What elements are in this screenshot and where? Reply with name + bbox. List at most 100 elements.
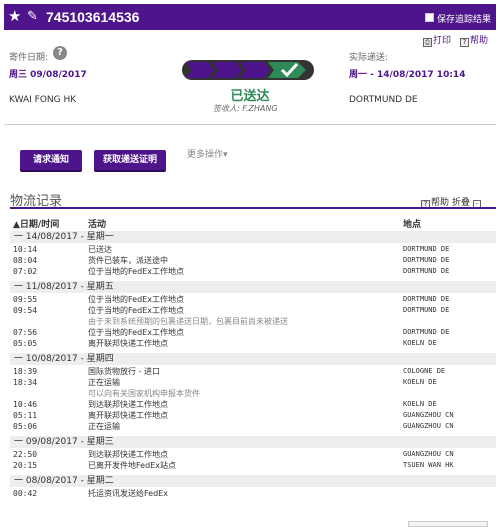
ship-date-label: 寄件日期:	[9, 53, 49, 63]
table-row: 由于未到系统预期的包裹递送日期，包裹目前尚未被递送	[10, 316, 496, 327]
event-activity: 可以向有关国家机构申报本货件	[88, 389, 200, 398]
day-header: 一 08/08/2017 - 星期二	[10, 475, 496, 487]
divider	[4, 124, 496, 125]
event-time: 10:46	[13, 400, 38, 409]
event-time: 07:56	[13, 328, 38, 337]
event-time: 05:11	[13, 411, 38, 420]
table-row: 09:54 位于当地的FedEx工作地点 DORTMUND DE	[10, 305, 496, 316]
table-header: ▲日期/时间 活动 地点	[10, 215, 496, 231]
event-location: GUANGZHOU CN	[403, 450, 454, 458]
tracking-header: ★ ✎ 745103614536 保存追踪结果	[4, 4, 496, 30]
delivery-date-label: 实际递送:	[349, 53, 389, 63]
table-row: 07:02 位于当地的FedEx工作地点 DORTMUND DE	[10, 266, 496, 277]
column-activity: 活动	[88, 220, 107, 230]
event-location: KOELN DE	[403, 378, 437, 386]
request-notification-button[interactable]: 请求通知	[20, 150, 82, 170]
day-header: 一 09/08/2017 - 星期三	[10, 436, 496, 448]
save-tracking-label: 保存追踪结果	[437, 15, 492, 25]
tracking-events: 一 14/08/2017 - 星期一 10:14 已送达 DORTMUND DE 08:…	[10, 231, 496, 527]
pencil-icon[interactable]: ✎	[27, 9, 38, 24]
event-time: 22:50	[13, 450, 38, 459]
event-location: DORTMUND DE	[403, 328, 450, 336]
column-location: 地点	[403, 220, 422, 230]
table-row: 08:04 货件已装车，派送途中 DORTMUND DE	[10, 255, 496, 266]
table-row: 05:11 离开联邦快递工作地点 GUANGZHOU CN	[10, 410, 496, 421]
horizontal-scrollbar[interactable]	[408, 521, 488, 527]
day-header: 一 14/08/2017 - 星期一	[10, 231, 496, 243]
event-location: KOELN DE	[403, 400, 437, 408]
column-datetime[interactable]: ▲日期/时间	[13, 217, 59, 230]
event-activity: 到达联邦快递工作地点	[88, 400, 168, 409]
event-activity: 位于当地的FedEx工作地点	[88, 328, 184, 337]
event-activity: 位于当地的FedEx工作地点	[88, 306, 184, 315]
table-row: 20:15 已离开发件地FedEx站点 TSUEN WAN HK	[10, 460, 496, 471]
day-spacer	[10, 499, 496, 503]
event-time: 18:39	[13, 367, 38, 376]
print-link[interactable]: ⎙ 打印	[423, 33, 451, 47]
save-tracking-checkbox[interactable]	[425, 13, 434, 22]
event-time: 10:14	[13, 245, 38, 254]
question-icon[interactable]: ?	[53, 46, 67, 60]
event-activity: 托运资讯发送给FedEx	[88, 489, 168, 498]
ship-date: 周三 09/08/2017	[9, 70, 87, 80]
delivery-status: 已送达	[230, 89, 270, 104]
progress-bar	[182, 60, 314, 80]
event-time: 09:54	[13, 306, 38, 315]
event-activity: 由于未到系统预期的包裹递送日期，包裹目前尚未被递送	[88, 317, 288, 326]
help-label: 帮助	[470, 36, 489, 46]
destination-location: DORTMUND DE	[349, 95, 418, 105]
signed-by-name: F.ZHANG	[242, 104, 278, 113]
event-location: KOELN DE	[403, 339, 437, 347]
table-row: 07:56 位于当地的FedEx工作地点 DORTMUND DE	[10, 327, 496, 338]
table-row: 05:06 正在运输 GUANGZHOU CN	[10, 421, 496, 432]
event-time: 05:06	[13, 422, 38, 431]
event-location: DORTMUND DE	[403, 256, 450, 264]
event-activity: 正在运输	[88, 378, 120, 387]
table-row: 18:39 国际货物放行 - 进口 COLOGNE DE	[10, 366, 496, 377]
table-row: 18:34 正在运输 KOELN DE	[10, 377, 496, 388]
event-time: 00:42	[13, 489, 38, 498]
event-location: COLOGNE DE	[403, 367, 446, 375]
origin-location: KWAI FONG HK	[9, 95, 77, 105]
day-header: 一 11/08/2017 - 星期五	[10, 281, 496, 293]
more-actions-menu[interactable]: 更多操作▾	[187, 147, 228, 160]
event-time: 08:04	[13, 256, 38, 265]
event-activity: 位于当地的FedEx工作地点	[88, 267, 184, 276]
event-time: 05:05	[13, 339, 38, 348]
event-activity: 正在运输	[88, 422, 120, 431]
log-divider	[10, 207, 496, 209]
event-activity: 离开联邦快递工作地点	[88, 339, 168, 348]
event-activity: 到达联邦快递工作地点	[88, 450, 168, 459]
delivery-date: 周一 - 14/08/2017 10:14	[349, 70, 466, 80]
event-activity: 国际货物放行 - 进口	[88, 367, 160, 376]
table-row: 05:05 离开联邦快递工作地点 KOELN DE	[10, 338, 496, 349]
event-time: 20:15	[13, 461, 38, 470]
help-link[interactable]: ? 帮助	[460, 33, 488, 47]
table-row: 10:46 到达联邦快递工作地点 KOELN DE	[10, 399, 496, 410]
event-location: GUANGZHOU CN	[403, 411, 454, 419]
event-time: 18:34	[13, 378, 38, 387]
event-location: DORTMUND DE	[403, 295, 450, 303]
table-row: 09:55 位于当地的FedEx工作地点 DORTMUND DE	[10, 294, 496, 305]
day-header: 一 10/08/2017 - 星期四	[10, 353, 496, 365]
event-activity: 已送达	[88, 245, 112, 254]
event-time: 07:02	[13, 267, 38, 276]
star-icon[interactable]: ★	[8, 9, 21, 24]
event-location: GUANGZHOU CN	[403, 422, 454, 430]
event-activity: 离开联邦快递工作地点	[88, 411, 168, 420]
event-location: DORTMUND DE	[403, 245, 450, 253]
event-location: DORTMUND DE	[403, 306, 450, 314]
table-row: 10:14 已送达 DORTMUND DE	[10, 244, 496, 255]
table-row: 22:50 到达联邦快递工作地点 GUANGZHOU CN	[10, 449, 496, 460]
event-time: 09:55	[13, 295, 38, 304]
event-activity: 位于当地的FedEx工作地点	[88, 295, 184, 304]
proof-of-delivery-button[interactable]: 获取递送证明	[94, 150, 166, 170]
event-activity: 货件已装车，派送途中	[88, 256, 168, 265]
print-label: 打印	[433, 36, 452, 46]
table-row: 可以向有关国家机构申报本货件	[10, 388, 496, 399]
event-location: TSUEN WAN HK	[403, 461, 454, 469]
signed-by: 签收人: F.ZHANG	[213, 103, 278, 114]
table-row: 00:42 托运资讯发送给FedEx	[10, 488, 496, 499]
tracking-number: 745103614536	[46, 9, 140, 25]
print-icon: ⎙	[423, 38, 432, 47]
